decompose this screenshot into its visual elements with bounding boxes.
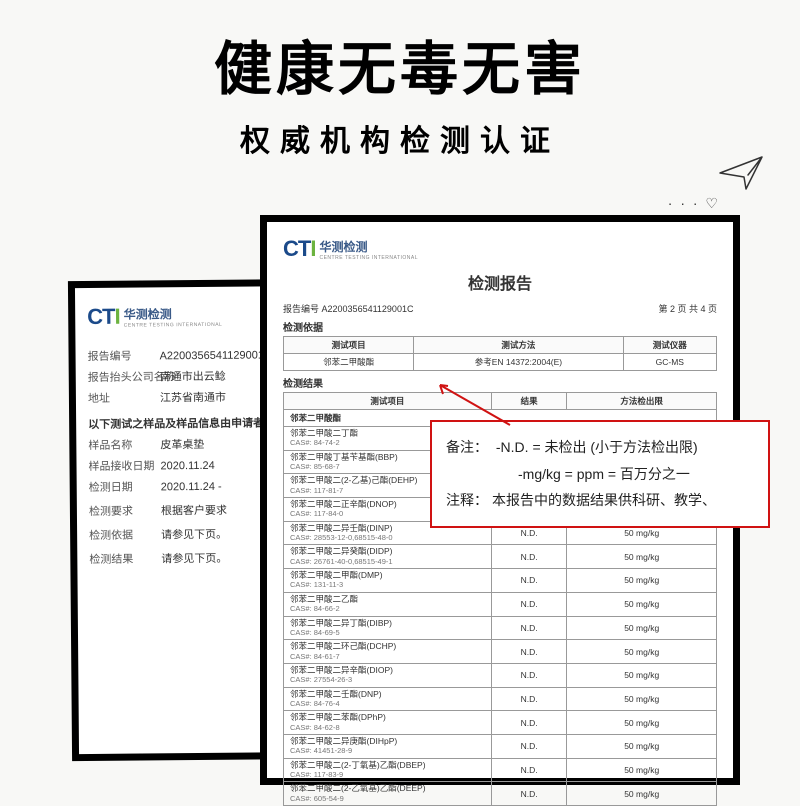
table-row: 邻苯二甲酸二环己酯(DCHP)CAS#: 84-61-7N.D.50 mg/kg [284, 640, 717, 664]
report-title: 检测报告 [283, 270, 717, 294]
cti-logo-front: CTI 华测检测CENTRE TESTING INTERNATIONAL [283, 236, 717, 262]
basis-table: 测试项目测试方法测试仪器 邻苯二甲酸酯参考EN 14372:2004(E)GC-… [283, 336, 717, 371]
callout-arrow [430, 380, 520, 430]
table-row: 邻苯二甲酸二异丁酯(DIBP)CAS#: 84-69-5N.D.50 mg/kg [284, 616, 717, 640]
headline: 健康无毒无害 [0, 0, 800, 106]
table-row: 邻苯二甲酸二(2-丁氧基)乙酯(DBEP)CAS#: 117-83-9N.D.5… [284, 758, 717, 782]
table-row: 邻苯二甲酸二乙酯CAS#: 84-66-2N.D.50 mg/kg [284, 592, 717, 616]
note-box: 备注： -N.D. = 未检出 (小于方法检出限) -mg/kg = ppm =… [430, 420, 770, 528]
table-row: 邻苯二甲酸二苯酯(DPhP)CAS#: 84-62-8N.D.50 mg/kg [284, 711, 717, 735]
table-row: 邻苯二甲酸二(2-乙氧基)乙酯(DEEP)CAS#: 605-54-9N.D.5… [284, 782, 717, 806]
paper-plane-icon [718, 155, 764, 191]
table-row: 邻苯二甲酸二异癸酯(DIDP)CAS#: 26761-40-0,68515-49… [284, 545, 717, 569]
table-row: 邻苯二甲酸二壬酯(DNP)CAS#: 84-76-4N.D.50 mg/kg [284, 687, 717, 711]
table-row: 邻苯二甲酸二异辛酯(DIOP)CAS#: 27554-26-3N.D.50 mg… [284, 663, 717, 687]
subhead: 权威机构检测认证 [0, 116, 800, 160]
table-row: 邻苯二甲酸二异庚酯(DIHpP)CAS#: 41451-28-9N.D.50 m… [284, 734, 717, 758]
table-row: 邻苯二甲酸二甲酯(DMP)CAS#: 131-11-3N.D.50 mg/kg [284, 569, 717, 593]
plane-trail: · · · ♡ [668, 195, 720, 212]
